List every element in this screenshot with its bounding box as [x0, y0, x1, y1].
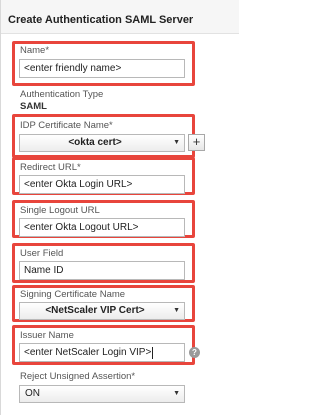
- user-field-input[interactable]: Name ID: [19, 261, 185, 280]
- issuer-name-label: Issuer Name: [20, 330, 74, 341]
- idp-cert-select[interactable]: <okta cert> ▼: [19, 134, 185, 152]
- page-title: Create Authentication SAML Server: [8, 14, 194, 26]
- signing-cert-select[interactable]: <NetScaler VIP Cert> ▼: [19, 302, 185, 320]
- saml-server-panel: Create Authentication SAML Server Name* …: [0, 0, 239, 415]
- idp-cert-label: IDP Certificate Name*: [20, 120, 113, 131]
- signing-cert-label: Signing Certificate Name: [20, 289, 126, 300]
- add-idp-cert-button[interactable]: +: [188, 134, 205, 151]
- redirect-url-label: Redirect URL*: [20, 162, 81, 173]
- panel-header: Create Authentication SAML Server: [1, 0, 239, 34]
- user-field-label: User Field: [20, 248, 64, 259]
- chevron-down-icon: ▼: [173, 139, 180, 146]
- text-cursor: [152, 347, 153, 359]
- reject-unsigned-value: ON: [25, 388, 40, 399]
- name-label: Name*: [20, 45, 50, 56]
- idp-cert-value: <okta cert>: [68, 137, 122, 148]
- help-icon[interactable]: ?: [189, 347, 200, 358]
- issuer-name-input[interactable]: <enter NetScaler Login VIP>: [19, 343, 185, 362]
- reject-unsigned-select[interactable]: ON ▼: [19, 385, 185, 403]
- logout-url-label: Single Logout URL: [20, 205, 100, 216]
- auth-type-value: SAML: [20, 101, 47, 112]
- auth-type-label: Authentication Type: [20, 89, 104, 100]
- chevron-down-icon: ▼: [173, 390, 180, 397]
- reject-unsigned-label: Reject Unsigned Assertion*: [20, 371, 136, 382]
- name-input[interactable]: <enter friendly name>: [19, 59, 185, 78]
- logout-url-input[interactable]: <enter Okta Logout URL>: [19, 218, 185, 237]
- redirect-url-input[interactable]: <enter Okta Login URL>: [19, 175, 185, 194]
- signing-cert-value: <NetScaler VIP Cert>: [45, 305, 145, 316]
- chevron-down-icon: ▼: [173, 307, 180, 314]
